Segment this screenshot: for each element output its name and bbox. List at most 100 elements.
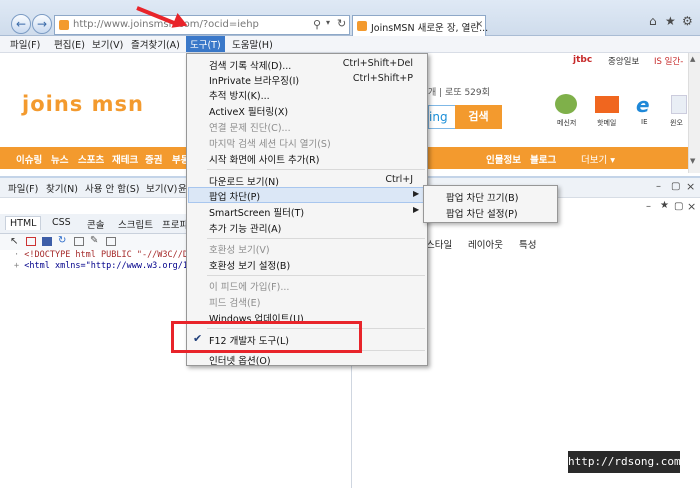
menu-help[interactable]: 도움말(H) [232,37,273,51]
word-wrap-icon[interactable] [74,237,84,246]
tab-css[interactable]: CSS [52,217,71,228]
menu-edit[interactable]: 편집(E) [54,37,85,51]
tab-script[interactable]: 스크립트 [118,217,153,231]
tab-console[interactable]: 콘솔 [87,217,104,231]
address-bar[interactable]: http://www.joinsmsn.com/?ocid=iehp ⚲ ▾ ↻ [54,15,350,35]
dt-close-icon[interactable]: × [686,180,695,193]
edit-icon[interactable]: ✎ [90,235,98,246]
expand-plus-icon: + [14,261,25,271]
shortcut-delete-history: Ctrl+Shift+Del [342,58,413,69]
menu-item-compat-view[interactable]: 호환성 보기(V) [209,242,270,256]
nav-stock[interactable]: 증권 [145,152,162,166]
dt-undock-icon[interactable]: ▢ [671,181,680,192]
watermark-label: http://rdsong.com [568,451,681,473]
tab-favicon-icon [357,21,367,31]
dt-right-star-icon[interactable]: ★ [660,200,669,211]
icon-label-messenger: 메신저 [557,119,577,127]
tab-profiler[interactable]: 프로파 [162,217,188,231]
submenu-turn-off-popup[interactable]: 팝업 차단 끄기(B) [446,190,518,204]
tab-html[interactable]: HTML [5,216,42,230]
menu-item-diagnose-connection[interactable]: 연결 문제 진단(C)... [209,120,291,134]
view-source-icon[interactable] [106,237,116,246]
menu-item-smartscreen[interactable]: SmartScreen 필터(T) [209,205,304,219]
menu-item-add-site-start[interactable]: 시작 화면에 사이트 추가(R) [209,152,319,166]
tab-title: JoinsMSN 새로운 장, 열린... [371,23,489,34]
tab-attributes[interactable]: 특성 [519,237,536,251]
save-icon[interactable] [42,237,52,246]
menu-item-inprivate[interactable]: InPrivate 브라우징(I) [209,73,299,87]
menu-item-internet-options[interactable]: 인터넷 옵션(O) [209,353,271,367]
clear-icon[interactable] [26,237,36,246]
shortcut-view-downloads: Ctrl+J [385,174,413,185]
submenu-popup-settings[interactable]: 팝업 차단 설정(P) [446,206,518,220]
popup-blocker-submenu: 팝업 차단 끄기(B) 팝업 차단 설정(P) [423,185,558,223]
forward-button[interactable]: → [32,14,52,34]
icon-label-window: 윈오 [670,119,683,127]
dt-right-min-icon[interactable]: – [646,201,651,212]
code-line-doctype[interactable]: · <!DOCTYPE html PUBLIC "-//W3C//DTD X [14,250,208,260]
menu-item-manage-addons[interactable]: 추가 기능 관리(A) [209,221,281,235]
menu-tools[interactable]: 도구(T) [186,36,225,52]
dt-minimize-icon[interactable]: – [656,181,661,192]
nav-news[interactable]: 뉴스 [51,152,68,166]
scroll-up-icon[interactable]: ▲ [690,55,695,63]
icon-label-ie: IE [641,118,648,126]
dt-right-close-icon[interactable]: × [687,200,696,213]
menu-item-feed-discovery[interactable]: 피드 검색(E) [209,295,260,309]
nav-sports[interactable]: 스포츠 [78,152,104,166]
menu-item-compat-settings[interactable]: 호환성 보기 설정(B) [209,258,290,272]
search-button[interactable]: 검색 [455,105,502,129]
tab-layout[interactable]: 레이아웃 [468,237,503,251]
menu-item-tracking-protection[interactable]: 추적 방지(K)... [209,88,270,102]
brand-jtbc[interactable]: jtbc [573,55,592,65]
search-icon[interactable]: ⚲ [313,18,321,31]
ie-icon[interactable]: e [636,93,650,117]
refresh-dom-icon[interactable]: ↻ [58,235,66,246]
gear-icon[interactable]: ⚙ [682,14,693,28]
code-line-html[interactable]: + <html xmlns="http://www.w3.org/1999/x [14,261,214,271]
menu-favorites[interactable]: 즐겨찾기(A) [131,37,180,51]
home-icon[interactable]: ⌂ [649,14,657,28]
bing-label: ing [429,110,448,124]
refresh-icon[interactable]: ↻ [337,17,346,30]
menu-item-delete-history[interactable]: 검색 기록 삭제(D)... [209,58,291,72]
scroll-down-icon[interactable]: ▼ [690,157,695,165]
nav-issue[interactable]: 이슈링 [16,152,42,166]
search-box[interactable]: ing [428,105,455,129]
dt-right-undock-icon[interactable]: ▢ [674,201,683,212]
nav-blog[interactable]: 블로그 [530,152,556,166]
tab-style[interactable]: 스타일 [426,237,452,251]
browser-titlebar: ← → http://www.joinsmsn.com/?ocid=iehp ⚲… [0,0,700,36]
brand-joongang[interactable]: 중앙일보 [608,55,639,67]
menu-separator [207,275,425,276]
back-button[interactable]: ← [11,14,31,34]
brand-is[interactable]: IS 일간- [654,55,683,67]
expand-icon: · [14,250,25,260]
menu-item-subscribe-feed[interactable]: 이 피드에 가입(F)... [209,279,289,293]
nav-more[interactable]: 더보기 ▾ [581,152,615,166]
red-highlight-box [171,321,362,353]
select-element-icon[interactable]: ↖ [10,236,18,247]
menu-separator [207,169,425,170]
menu-separator [207,238,425,239]
tools-dropdown-menu: 검색 기록 삭제(D)... Ctrl+Shift+Del InPrivate … [186,53,428,367]
dropdown-arrow-icon[interactable]: ▾ [326,18,330,27]
tab-joinsmsn[interactable]: JoinsMSN 새로운 장, 열린... × [352,15,489,36]
nav-finance[interactable]: 재테크 [112,152,138,166]
messenger-icon[interactable] [555,94,577,114]
hotmail-icon[interactable] [595,96,619,113]
nav-people[interactable]: 인물정보 [486,152,521,166]
menu-file[interactable]: 파일(F) [10,37,40,51]
window-icon[interactable] [671,95,687,114]
site-logo[interactable]: joins msn [22,92,144,116]
menu-view[interactable]: 보기(V) [92,37,123,51]
menu-item-reopen-session[interactable]: 마지막 검색 세션 다시 열기(S) [209,136,331,150]
menu-item-popup-blocker[interactable]: 팝업 차단(P) [209,189,260,203]
favorites-star-icon[interactable]: ★ [665,14,676,28]
tab-close-icon[interactable]: × [475,19,483,30]
menu-item-view-downloads[interactable]: 다운로드 보기(N) [209,174,279,188]
lotto-info[interactable]: 개 | 로또 529회 [428,85,490,98]
menu-item-activex-filtering[interactable]: ActiveX 필터링(X) [209,104,288,118]
page-scrollbar[interactable]: ▲ ▼ [688,53,700,173]
shortcut-inprivate: Ctrl+Shift+P [352,73,413,84]
